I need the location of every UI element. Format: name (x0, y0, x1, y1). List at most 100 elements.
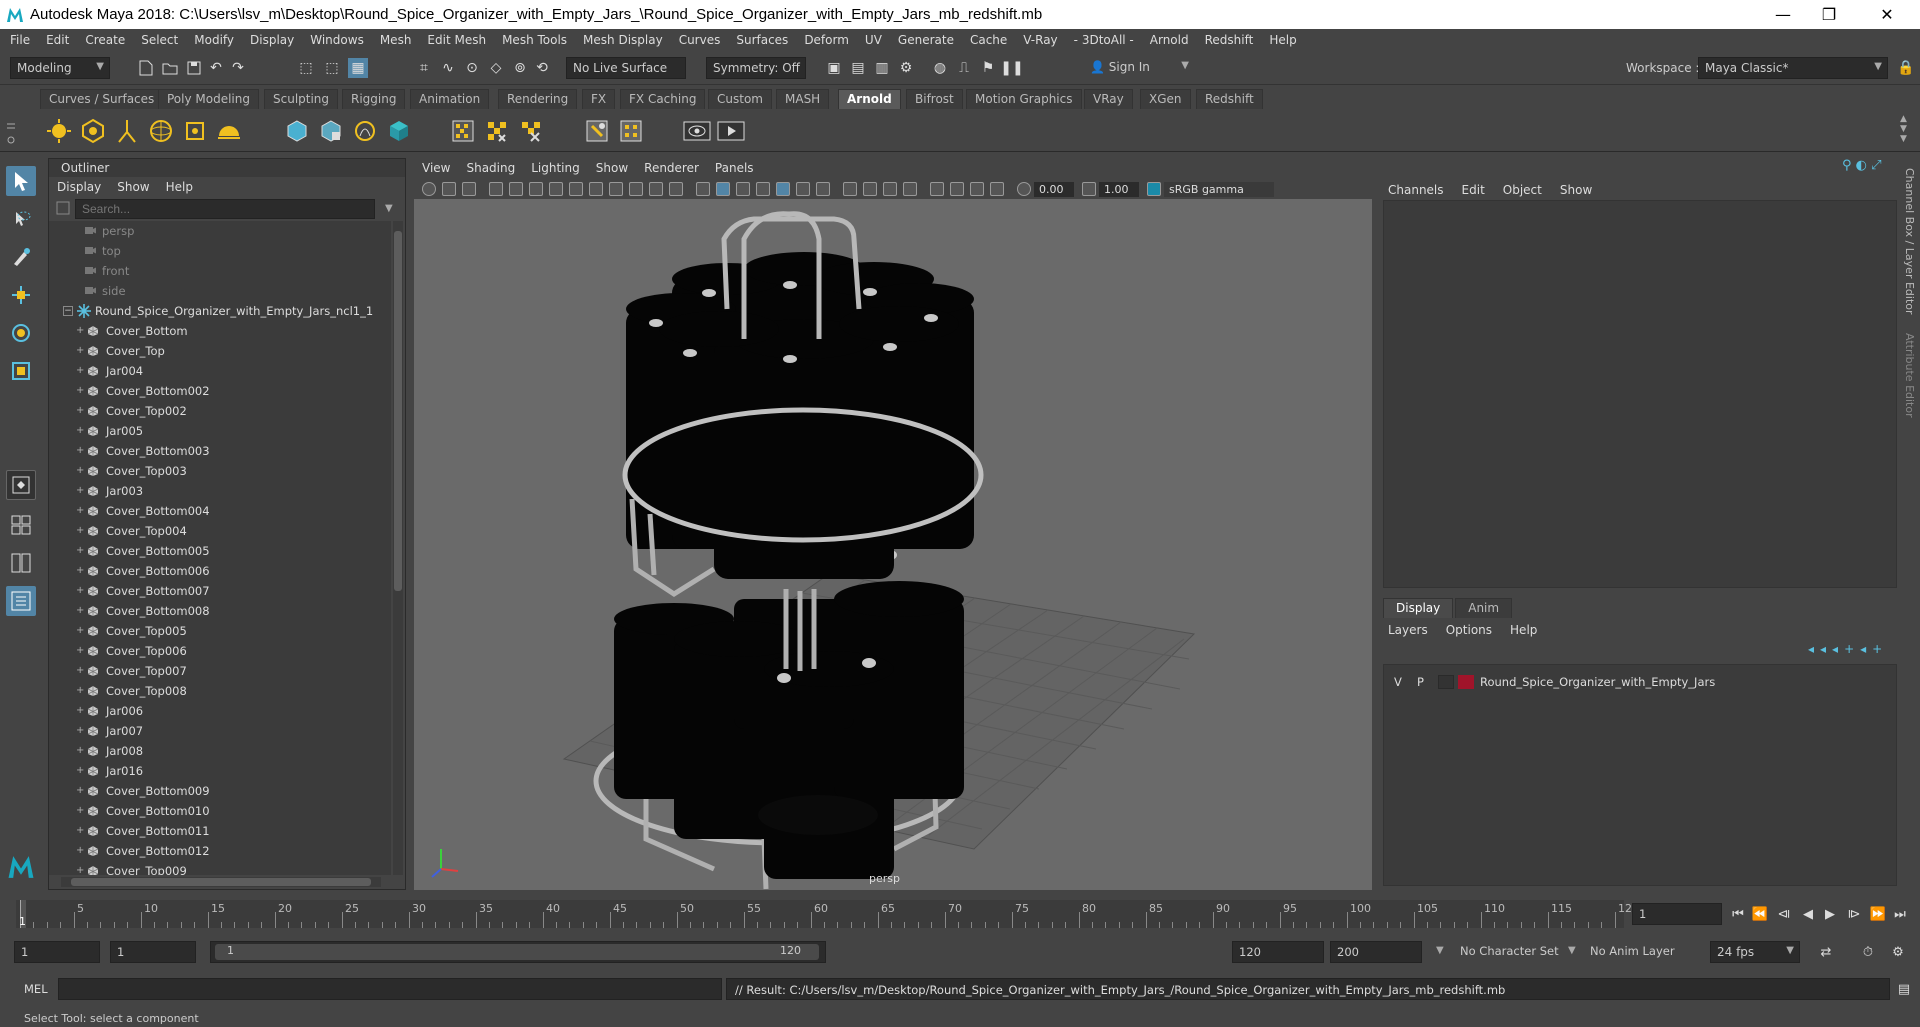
pause-icon[interactable]: ❚❚ (1000, 58, 1023, 78)
menu-select[interactable]: Select (133, 33, 186, 47)
light-portal-icon[interactable] (180, 116, 210, 146)
render-view-arnold-icon[interactable] (448, 116, 478, 146)
layer-action-icons[interactable]: ◂◂◂+◂+ (1808, 642, 1888, 656)
channels-menu[interactable]: Channels (1380, 183, 1453, 197)
menu-cache[interactable]: Cache (962, 33, 1015, 47)
minimize-button[interactable]: — (1760, 0, 1806, 29)
script-editor-icon[interactable]: ▤ (1894, 979, 1914, 999)
menu-mesh-display[interactable]: Mesh Display (575, 33, 671, 47)
expand-icon[interactable]: + (76, 841, 84, 861)
layer-type-toggle[interactable] (1438, 675, 1454, 689)
layers-menu[interactable]: Layers (1380, 623, 1437, 637)
expand-icon[interactable]: + (76, 761, 84, 781)
menu-uv[interactable]: UV (857, 33, 890, 47)
go-to-start-icon[interactable]: ⏮ (1728, 904, 1748, 924)
outliner-mesh-item[interactable]: + Cover_Top002 (49, 401, 391, 421)
grid-toggle-icon[interactable] (549, 182, 563, 196)
step-back-frame-icon[interactable]: ⧏ (1774, 904, 1794, 924)
outliner-mesh-item[interactable]: + Cover_Bottom005 (49, 541, 391, 561)
render-sequence-icon[interactable]: ▤ (848, 58, 868, 78)
expand-icon[interactable]: + (76, 381, 84, 401)
sign-in-button[interactable]: 👤 Sign In ▼ (1084, 57, 1194, 79)
expand-icon[interactable]: + (76, 821, 84, 841)
menu-curves[interactable]: Curves (671, 33, 729, 47)
outliner-search-input[interactable] (75, 199, 375, 219)
expand-icon[interactable]: + (76, 641, 84, 661)
step-forward-key-icon[interactable]: ⏩ (1868, 904, 1888, 924)
outliner-layout-icon[interactable] (6, 586, 36, 616)
gate-mask-icon[interactable] (609, 182, 623, 196)
playback-end-field[interactable]: 120 (1232, 941, 1324, 963)
physical-sky-icon[interactable] (214, 116, 244, 146)
snap-point-icon[interactable]: ⊙ (462, 58, 482, 78)
show-menu[interactable]: Show (1551, 183, 1601, 197)
four-view-layout-icon[interactable] (6, 510, 36, 540)
shelf-tab-arnold[interactable]: Arnold (838, 89, 901, 109)
viewport-menu-shading[interactable]: Shading (458, 161, 523, 175)
outliner-mesh-item[interactable]: + Jar004 (49, 361, 391, 381)
2d-pan-zoom-icon[interactable] (509, 182, 523, 196)
expand-icon[interactable]: + (76, 721, 84, 741)
depth-of-field-icon[interactable] (903, 182, 917, 196)
outliner-mesh-item[interactable]: + Cover_Bottom (49, 321, 391, 341)
outliner-mesh-item[interactable]: + Cover_Bottom008 (49, 601, 391, 621)
outliner-mesh-item[interactable]: + Cover_Top004 (49, 521, 391, 541)
outliner-mesh-item[interactable]: + Cover_Bottom010 (49, 801, 391, 821)
skydome-light-icon[interactable] (146, 116, 176, 146)
light-editor-icon[interactable]: ⚑ (978, 58, 998, 78)
outliner-menu-help[interactable]: Help (158, 180, 201, 194)
channel-box-side-tab[interactable]: Channel Box / Layer Editor (1903, 168, 1916, 315)
fps-dropdown[interactable]: 24 fps ▼ (1710, 941, 1800, 963)
select-component-icon[interactable]: ▦ (348, 58, 368, 78)
camera-attributes-icon[interactable] (442, 182, 456, 196)
tab-display[interactable]: Display (1383, 598, 1454, 618)
expand-icon[interactable]: + (76, 801, 84, 821)
character-set-arrow-icon[interactable]: ▼ (1436, 945, 1444, 956)
rotate-tool-icon[interactable] (6, 318, 36, 348)
render-frame-icon[interactable]: ▣ (824, 58, 844, 78)
menu-edit-mesh[interactable]: Edit Mesh (419, 33, 494, 47)
eye-preview-icon[interactable] (682, 116, 712, 146)
anim-prefs-icon[interactable]: ⚙ (1888, 942, 1908, 962)
options-menu[interactable]: Options (1437, 623, 1501, 637)
play-backward-icon[interactable]: ◀ (1798, 904, 1818, 924)
expand-icon[interactable]: + (76, 521, 84, 541)
viewport-menu-renderer[interactable]: Renderer (636, 161, 707, 175)
use-all-lights-icon[interactable] (796, 182, 810, 196)
playback-start-field[interactable]: 1 (110, 941, 196, 963)
outliner-mesh-item[interactable]: + Cover_Top003 (49, 461, 391, 481)
shelf-tab-animation[interactable]: Animation (410, 89, 490, 109)
curve-collector-icon[interactable] (350, 116, 380, 146)
xray-active-icon[interactable] (970, 182, 984, 196)
wireframe-on-shaded-icon[interactable] (756, 182, 770, 196)
expand-icon[interactable]: + (76, 501, 84, 521)
layer-help-menu[interactable]: Help (1501, 623, 1546, 637)
photometric-light-icon[interactable] (112, 116, 142, 146)
shelf-menu-icon[interactable] (4, 116, 18, 146)
layer-playback-toggle[interactable]: P (1417, 675, 1424, 689)
image-plane-icon[interactable] (489, 182, 503, 196)
menu-display[interactable]: Display (242, 33, 302, 47)
ipr-render-icon[interactable]: ▥ (872, 58, 892, 78)
outliner-mesh-item[interactable]: + Jar016 (49, 761, 391, 781)
expand-icon[interactable]: + (76, 401, 84, 421)
snap-grid-icon[interactable]: ⌗ (414, 58, 434, 78)
character-set-dropdown[interactable]: No Character Set (1460, 944, 1559, 958)
menu-create[interactable]: Create (77, 33, 133, 47)
live-surface-field[interactable]: No Live Surface (566, 57, 686, 79)
film-gate-icon[interactable] (569, 182, 583, 196)
outliner-mesh-item[interactable]: + Cover_Top009 (49, 861, 391, 875)
shelf-tab-sculpting[interactable]: Sculpting (264, 89, 339, 109)
safe-title-icon[interactable] (669, 182, 683, 196)
scene-start-field[interactable]: 1 (14, 941, 100, 963)
outliner-mesh-item[interactable]: + Cover_Top005 (49, 621, 391, 641)
resolution-gate-icon[interactable] (589, 182, 603, 196)
anim-layer-dropdown[interactable]: No Anim Layer (1590, 944, 1675, 958)
outliner-mesh-item[interactable]: + Cover_Bottom002 (49, 381, 391, 401)
scale-tool-icon[interactable] (6, 356, 36, 386)
expand-icon[interactable]: + (76, 741, 84, 761)
expand-icon[interactable]: + (76, 661, 84, 681)
outliner-mesh-item[interactable]: + Cover_Top (49, 341, 391, 361)
outliner-mesh-item[interactable]: + Jar006 (49, 701, 391, 721)
channel-box-toggle-icons[interactable]: ⚲ ◐ ⤢ (1842, 158, 1882, 173)
